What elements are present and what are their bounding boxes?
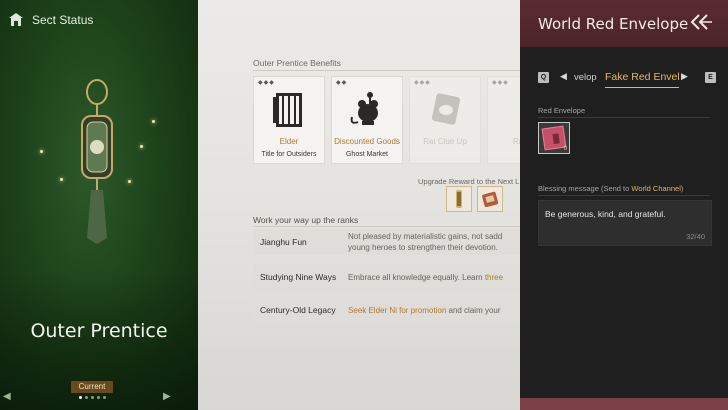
prev-rank-arrow-icon[interactable]: ◀ — [3, 391, 11, 402]
upgrade-reward-slot[interactable] — [446, 186, 472, 212]
rank-name: Studying Nine Ways — [260, 272, 337, 282]
rat-merchant-icon — [350, 92, 378, 125]
sect-status-panel: Sect Status Outer Prentice Current ◀ ▶ — [0, 0, 198, 410]
blessing-channel-name: World Channel — [631, 184, 681, 193]
benefit-subtitle: Title for Outsiders — [261, 151, 317, 158]
rank-row-jianghu-fun[interactable]: Jianghu Fun Not pleased by materialistic… — [253, 229, 520, 255]
next-rank-arrow-icon[interactable]: ▶ — [163, 391, 171, 402]
bottom-accent-bar — [520, 398, 728, 410]
benefit-name: Elder — [279, 137, 299, 146]
current-rank-badge: Current — [71, 381, 113, 393]
ranks-section-label: Work your way up the ranks — [253, 215, 359, 225]
rank-description-highlight: Seek Elder Ni for promotion — [348, 305, 447, 315]
sect-status-header: Sect Status — [8, 12, 93, 28]
upgrade-reward-label: Upgrade Reward to the Next L — [418, 177, 520, 186]
benefit-card-elder[interactable]: ◆◆◆ Elder Title for Outsiders — [253, 76, 325, 164]
scroll-reward-icon — [456, 190, 462, 208]
pouch-reward-icon — [482, 191, 499, 208]
book-scroll-icon — [273, 93, 302, 127]
benefit-name: Rat V — [512, 137, 520, 146]
back-double-arrow-icon[interactable] — [688, 12, 712, 32]
red-envelope-item-slot[interactable]: 0 — [538, 122, 570, 154]
card-rarity-pips: ◆◆◆ — [258, 80, 275, 86]
sect-building-icon — [9, 13, 23, 26]
page-dot[interactable] — [79, 396, 82, 399]
rank-description-line: Not pleased by materialistic gains, not … — [348, 232, 503, 241]
rank-name: Century-Old Legacy — [260, 305, 336, 315]
envelope-count: 0 — [563, 146, 567, 152]
prev-tab-key[interactable]: Q — [538, 72, 549, 83]
benefit-card-rat[interactable]: ◆◆◆ Rat V — [487, 76, 520, 164]
rank-description-text: and claim your — [446, 305, 501, 315]
benefit-name: Rat Clue Up — [423, 137, 467, 146]
next-tab-arrow-icon[interactable]: ▶ — [681, 71, 688, 82]
sparkle-decoration — [128, 180, 131, 183]
rank-description: Seek Elder Ni for promotion and claim yo… — [348, 305, 501, 316]
upgrade-reward-slot[interactable] — [477, 186, 503, 212]
rank-benefits-panel: Outer Prentice Benefits ◆◆◆ Elder Title … — [198, 0, 520, 410]
sparkle-decoration — [40, 150, 43, 153]
rank-description: Not pleased by materialistic gains, not … — [348, 231, 502, 253]
blessing-message-text: Be generous, kind, and grateful. — [545, 209, 666, 219]
page-dot[interactable] — [103, 396, 106, 399]
card-rarity-pips: ◆◆◆ — [492, 80, 509, 86]
panel-title: World Red Envelope — [538, 15, 689, 33]
benefits-section-label: Outer Prentice Benefits — [253, 58, 341, 68]
envelope-type-tabs: Q ◀ velop Fake Red Envel ▶ E — [538, 70, 718, 88]
blessing-message-input[interactable]: Be generous, kind, and grateful. 32/40 — [538, 200, 712, 246]
divider — [253, 226, 520, 227]
tab-red-envelope[interactable]: velop — [574, 72, 597, 83]
red-envelope-label: Red Envelope — [538, 106, 586, 115]
rank-row-century-old-legacy[interactable]: Century-Old Legacy Seek Elder Ni for pro… — [253, 297, 520, 323]
benefit-card-rat-clue-up[interactable]: ◆◆◆ Rat Clue Up — [409, 76, 481, 164]
benefit-name: Discounted Goods — [334, 137, 400, 146]
benefit-card-discounted-goods[interactable]: ◆◆ Discounted Goods Ghost Market — [331, 76, 403, 164]
rank-description-line: young heroes to strengthen their devotio… — [348, 243, 498, 252]
panel-header: World Red Envelope — [520, 0, 728, 47]
blessing-label-text: Blessing message (Send to — [538, 184, 632, 193]
rat-clue-icon — [431, 93, 461, 125]
rank-row-studying-nine-ways[interactable]: Studying Nine Ways Embrace all knowledge… — [253, 264, 520, 290]
rank-description-highlight: three — [484, 272, 504, 282]
world-red-envelope-panel: World Red Envelope Q ◀ velop Fake Red En… — [520, 0, 728, 410]
character-counter: 32/40 — [686, 232, 705, 241]
rank-page-dots — [79, 396, 106, 399]
card-rarity-pips: ◆◆◆ — [414, 80, 431, 86]
benefit-subtitle: Ghost Market — [345, 151, 388, 158]
rank-description: Embrace all knowledge equally. Learn thr… — [348, 272, 503, 283]
blessing-message-label: Blessing message (Send to World Channel) — [538, 184, 683, 193]
prev-tab-arrow-icon[interactable]: ◀ — [560, 71, 567, 82]
tab-fake-red-envelope[interactable]: Fake Red Envel — [605, 71, 679, 88]
current-rank-title: Outer Prentice — [30, 320, 168, 342]
sparkle-decoration — [60, 178, 63, 181]
divider — [538, 117, 710, 118]
divider — [538, 195, 710, 196]
divider — [253, 70, 520, 71]
sect-status-title: Sect Status — [32, 13, 94, 27]
jade-token-amulet-icon — [81, 79, 113, 244]
sparkle-decoration — [140, 145, 143, 148]
page-dot[interactable] — [91, 396, 94, 399]
next-tab-key[interactable]: E — [705, 72, 716, 83]
page-dot[interactable] — [85, 396, 88, 399]
card-rarity-pips: ◆◆ — [336, 80, 348, 86]
blessing-label-text: ) — [680, 184, 684, 193]
rank-description-text: Embrace all knowledge equally. Learn — [348, 272, 485, 282]
page-dot[interactable] — [97, 396, 100, 399]
sparkle-decoration — [152, 120, 155, 123]
rank-name: Jianghu Fun — [260, 237, 307, 247]
